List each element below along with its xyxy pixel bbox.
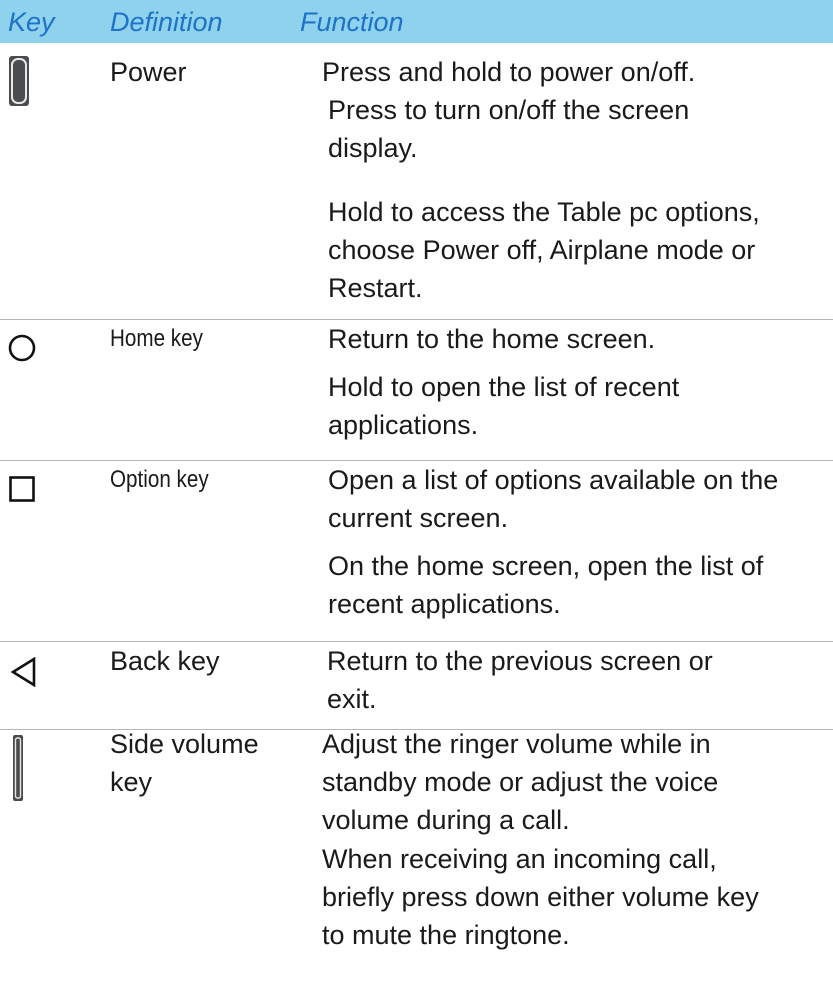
home-circle-icon — [8, 334, 36, 367]
option-square-icon — [9, 476, 35, 507]
row-function: Press to turn on/off the screen display. — [328, 95, 690, 163]
row-function: When receiving an incoming call, briefly… — [322, 844, 759, 950]
table-row: Power Press and hold to power on/off. Pr… — [0, 43, 833, 319]
row-function: Open a list of options available on the … — [328, 465, 779, 533]
row-definition: Home key — [110, 325, 203, 352]
table-row: Side volume key Adjust the ringer volume… — [0, 729, 833, 986]
header-definition: Definition — [110, 7, 223, 37]
volume-key-icon — [12, 734, 24, 807]
row-function: Hold to open the list of recent applicat… — [328, 372, 680, 440]
power-button-icon — [8, 55, 30, 112]
row-function: Hold to access the Table pc options, cho… — [328, 197, 760, 303]
table-row: Home key Return to the home screen. Hold… — [0, 320, 833, 460]
table-header: Key Definition Function — [0, 0, 833, 43]
back-triangle-icon — [10, 656, 38, 692]
header-function: Function — [300, 7, 404, 37]
table-row: Back key Return to the previous screen o… — [0, 642, 833, 729]
table-row: Option key Open a list of options availa… — [0, 461, 833, 641]
key-function-table: Key Definition Function Power Press and … — [0, 0, 833, 986]
row-function: Return to the home screen. — [328, 324, 656, 354]
row-function: On the home screen, open the list of rec… — [328, 551, 764, 619]
row-definition: Power — [110, 57, 187, 87]
row-function: Adjust the ringer volume while in standb… — [322, 729, 719, 835]
header-key: Key — [8, 7, 55, 37]
row-definition: Side volume key — [110, 729, 259, 797]
row-function: Return to the previous screen or exit. — [327, 646, 713, 714]
row-definition: Option key — [110, 466, 209, 493]
row-definition: Back key — [110, 646, 220, 676]
row-function: Press and hold to power on/off. — [322, 57, 696, 87]
